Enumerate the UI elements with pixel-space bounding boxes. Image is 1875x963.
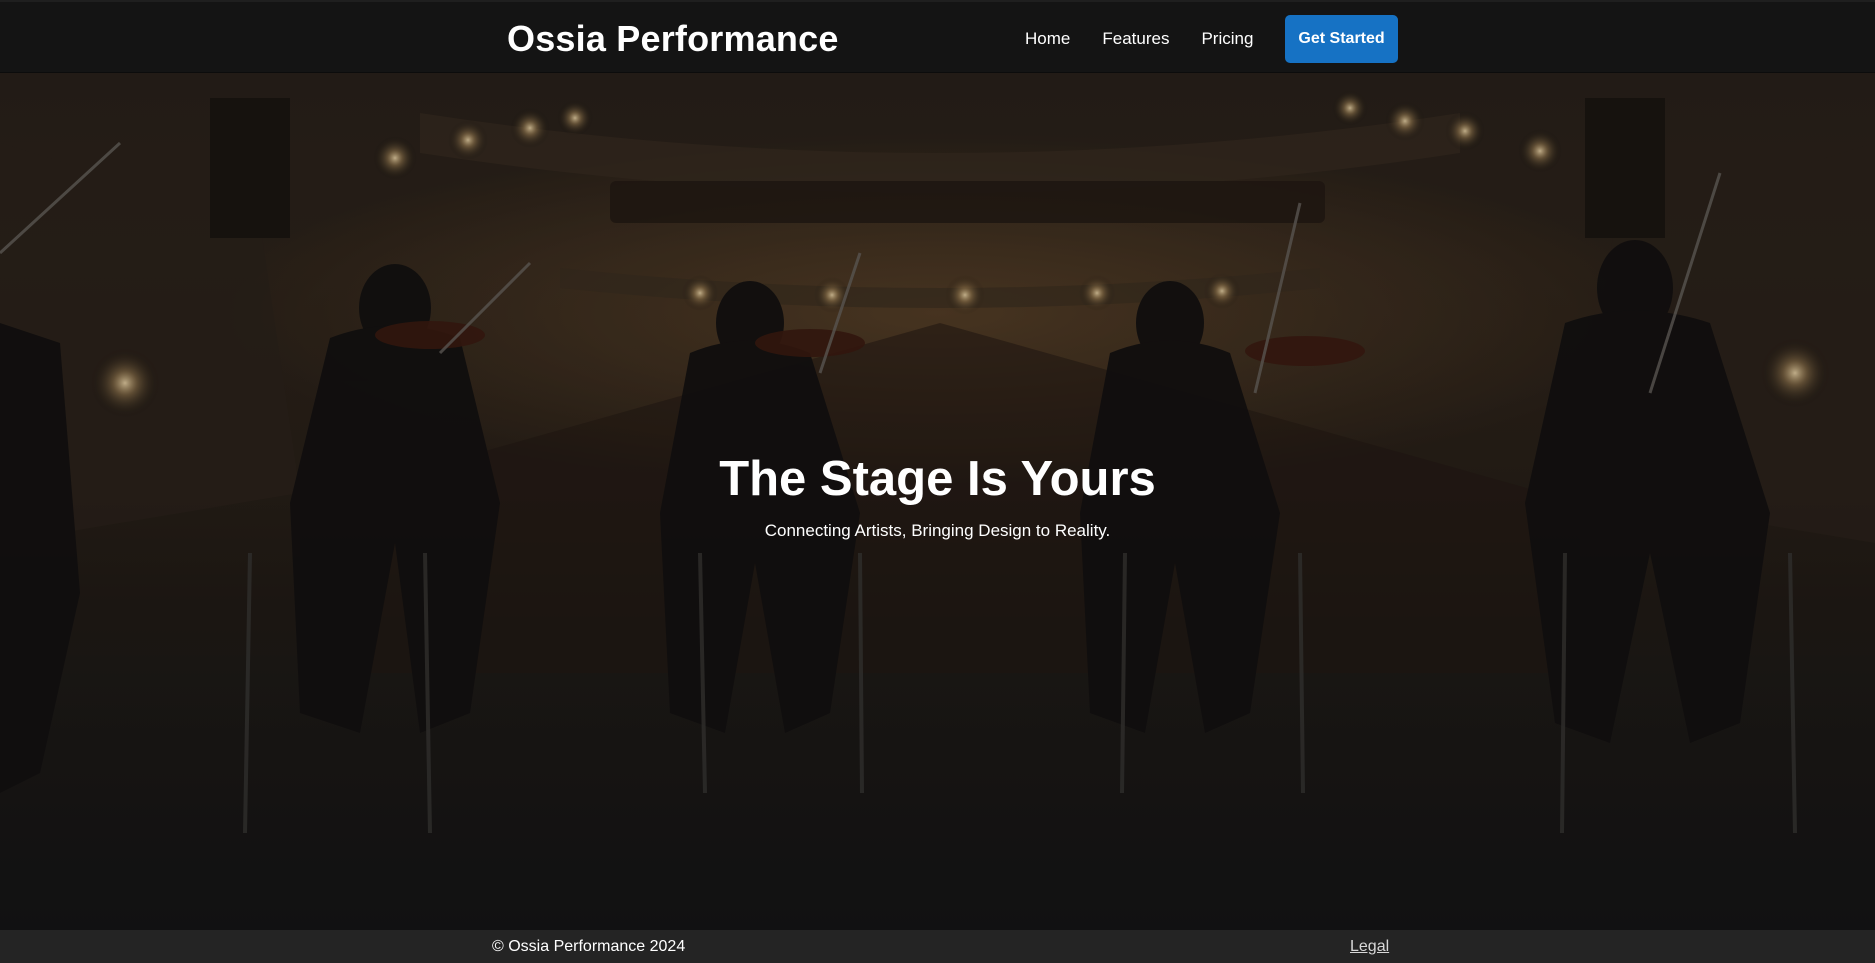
main-nav: Home Features Pricing Get Started [1025,15,1398,63]
hero-subtitle: Connecting Artists, Bringing Design to R… [764,520,1111,540]
hero-title: The Stage Is Yours [719,452,1156,506]
get-started-button[interactable]: Get Started [1285,15,1398,63]
hero-section: The Stage Is Yours Connecting Artists, B… [0,73,1875,930]
page-footer: © Ossia Performance 2024 Legal [0,930,1875,963]
nav-link-pricing[interactable]: Pricing [1201,15,1253,63]
top-navbar: Ossia Performance Home Features Pricing … [0,0,1875,73]
hero-content: The Stage Is Yours Connecting Artists, B… [0,452,1875,541]
nav-link-features[interactable]: Features [1102,15,1169,63]
nav-link-home[interactable]: Home [1025,15,1070,63]
copyright-text: © Ossia Performance 2024 [492,938,686,955]
brand-logo-link[interactable]: Ossia Performance [507,18,839,60]
legal-link[interactable]: Legal [1350,938,1389,956]
